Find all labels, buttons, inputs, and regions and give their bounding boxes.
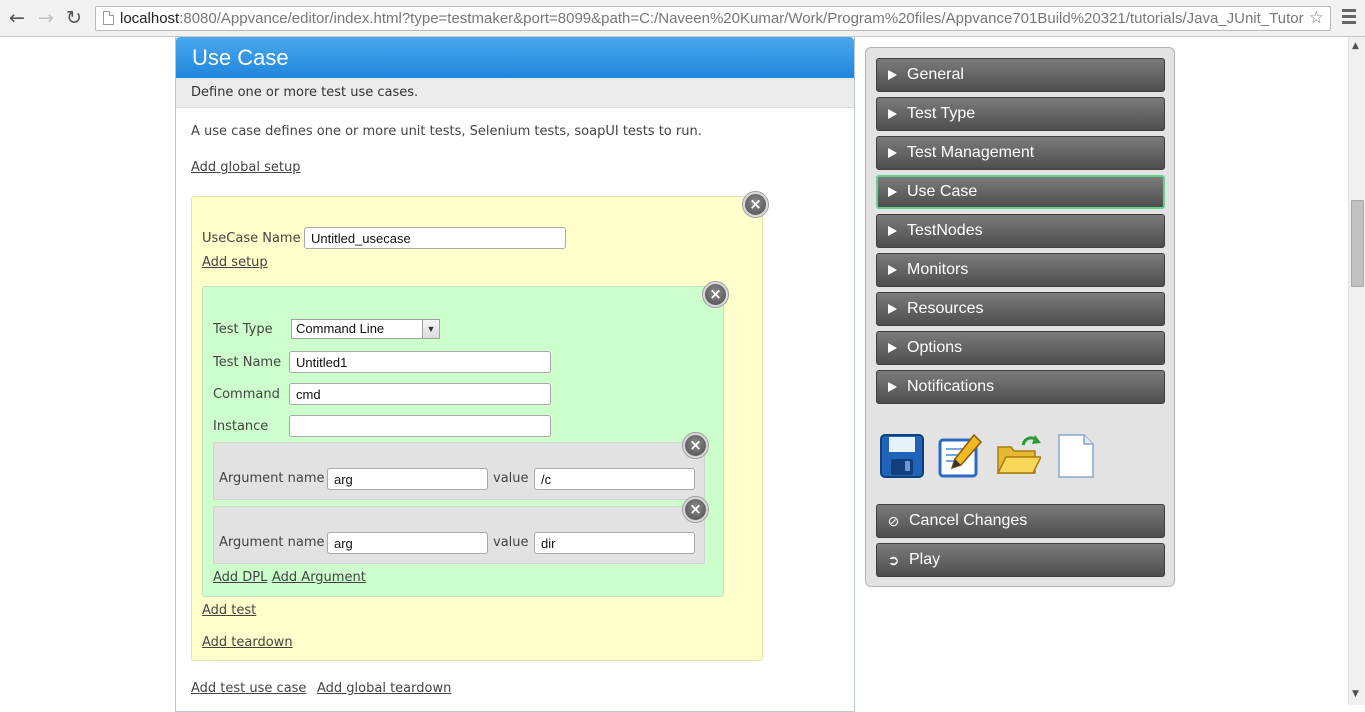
- url-host: localhost: [120, 10, 180, 27]
- test-type-value: Command Line: [296, 321, 385, 336]
- test-type-label: Test Type: [213, 322, 273, 337]
- play-label: Play: [909, 551, 941, 568]
- nav-notifications[interactable]: Notifications: [876, 370, 1165, 404]
- url-text[interactable]: localhost:8080/Appvance/editor/index.htm…: [120, 10, 1306, 28]
- save-icon[interactable]: [879, 433, 925, 479]
- argument-name-input[interactable]: [327, 468, 488, 490]
- argument-row: × Argument name value: [213, 433, 708, 500]
- nav-test-management[interactable]: Test Management: [876, 136, 1165, 170]
- instance-label: Instance: [213, 419, 269, 434]
- browser-menu-icon[interactable]: [1341, 9, 1357, 27]
- triangle-right-icon: [888, 265, 897, 275]
- page-scrollbar[interactable]: ▲ ▼: [1348, 37, 1365, 705]
- instance-input[interactable]: [289, 415, 551, 437]
- test-name-label: Test Name: [213, 355, 282, 370]
- usecase-name-input[interactable]: [304, 227, 566, 249]
- nav-label: Options: [907, 339, 963, 356]
- usecase-panel: Use Case Define one or more test use cas…: [175, 37, 855, 712]
- nav-resources[interactable]: Resources: [876, 292, 1165, 326]
- triangle-right-icon: [888, 187, 897, 197]
- argument-value-label: value: [493, 535, 529, 550]
- nav-label: General: [907, 66, 964, 83]
- triangle-right-icon: [888, 70, 897, 80]
- intro-text: A use case defines one or more unit test…: [191, 124, 702, 139]
- address-bar[interactable]: localhost:8080/Appvance/editor/index.htm…: [95, 6, 1331, 31]
- triangle-right-icon: [888, 343, 897, 353]
- triangle-right-icon: [888, 382, 897, 392]
- add-argument-link[interactable]: Add Argument: [272, 570, 366, 585]
- nav-use-case[interactable]: Use Case: [876, 175, 1165, 209]
- argument-value-label: value: [493, 471, 529, 486]
- nav-label: Resources: [907, 300, 984, 317]
- add-global-teardown-link[interactable]: Add global teardown: [317, 681, 451, 696]
- remove-argument-close-icon[interactable]: ×: [683, 433, 708, 458]
- add-dpl-link[interactable]: Add DPL: [213, 570, 267, 585]
- scroll-thumb[interactable]: [1351, 200, 1364, 287]
- back-arrow-icon[interactable]: ←: [5, 6, 29, 30]
- argument-name-label: Argument name: [219, 535, 325, 550]
- add-global-setup-link[interactable]: Add global setup: [191, 160, 300, 175]
- panel-title: Use Case: [176, 37, 854, 78]
- nav-label: Test Management: [907, 144, 1035, 161]
- argument-name-input[interactable]: [327, 532, 488, 554]
- cancel-changes-label: Cancel Changes: [909, 512, 1028, 529]
- play-button[interactable]: ➲ Play: [876, 543, 1165, 577]
- open-folder-icon[interactable]: [995, 433, 1043, 479]
- nav-testnodes[interactable]: TestNodes: [876, 214, 1165, 248]
- test-name-input[interactable]: [289, 351, 551, 373]
- nav-label: Notifications: [907, 378, 995, 395]
- remove-usecase-close-icon[interactable]: ×: [743, 192, 768, 217]
- nav-label: Monitors: [907, 261, 969, 278]
- usecase-name-label: UseCase Name: [202, 231, 301, 246]
- triangle-right-icon: [888, 304, 897, 314]
- add-setup-link[interactable]: Add setup: [202, 255, 268, 270]
- command-input[interactable]: [289, 383, 551, 405]
- triangle-right-icon: [888, 109, 897, 119]
- test-box: × Test Type Command Line ▼ Test Name Com…: [202, 282, 728, 597]
- add-test-use-case-link[interactable]: Add test use case: [191, 681, 306, 696]
- remove-test-close-icon[interactable]: ×: [703, 282, 728, 307]
- nav-label: Use Case: [907, 183, 978, 200]
- bookmark-star-icon[interactable]: ☆: [1309, 8, 1324, 28]
- chevron-down-icon[interactable]: ▼: [422, 320, 439, 338]
- page-icon: [103, 11, 114, 25]
- nav-label: Test Type: [907, 105, 976, 122]
- url-path: :8080/Appvance/editor/index.html?type=te…: [179, 10, 1304, 27]
- forward-arrow-icon[interactable]: →: [34, 6, 58, 30]
- scroll-up-icon[interactable]: ▲: [1352, 41, 1359, 51]
- command-label: Command: [213, 387, 280, 402]
- test-type-select[interactable]: Command Line ▼: [291, 319, 440, 339]
- scroll-down-icon[interactable]: ▼: [1352, 689, 1359, 699]
- nav-test-type[interactable]: Test Type: [876, 97, 1165, 131]
- share-icon: ➲: [887, 552, 900, 568]
- argument-row: × Argument name value: [213, 497, 708, 564]
- nav-general[interactable]: General: [876, 58, 1165, 92]
- nav-monitors[interactable]: Monitors: [876, 253, 1165, 287]
- triangle-right-icon: [888, 226, 897, 236]
- add-test-link[interactable]: Add test: [202, 603, 256, 618]
- side-navigation: General Test Type Test Management Use Ca…: [865, 47, 1175, 587]
- browser-toolbar: ← → ↻ localhost:8080/Appvance/editor/ind…: [0, 0, 1365, 37]
- cancel-circle-icon: ⊘: [887, 513, 900, 529]
- triangle-right-icon: [888, 148, 897, 158]
- usecase-box: × UseCase Name Add setup × Test Type Com…: [191, 192, 768, 661]
- argument-value-input[interactable]: [534, 532, 695, 554]
- argument-value-input[interactable]: [534, 468, 695, 490]
- remove-argument-close-icon[interactable]: ×: [683, 497, 708, 522]
- cancel-changes-button[interactable]: ⊘ Cancel Changes: [876, 504, 1165, 538]
- new-document-icon[interactable]: [1053, 433, 1099, 479]
- add-teardown-link[interactable]: Add teardown: [202, 635, 293, 650]
- edit-icon[interactable]: [937, 433, 983, 479]
- panel-description: Define one or more test use cases.: [176, 78, 854, 108]
- reload-icon[interactable]: ↻: [62, 6, 86, 30]
- nav-options[interactable]: Options: [876, 331, 1165, 365]
- nav-label: TestNodes: [907, 222, 983, 239]
- argument-name-label: Argument name: [219, 471, 325, 486]
